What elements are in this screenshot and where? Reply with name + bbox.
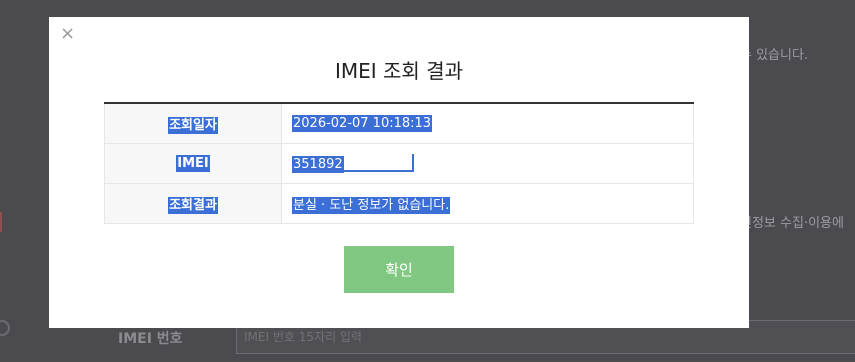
background-marker [0, 212, 6, 232]
table-row: IMEI 351892 [104, 143, 694, 184]
row-value-cell: 2026-02-07 10:18:13 [281, 103, 694, 144]
table-row: 조회일자 2026-02-07 10:18:13 [104, 103, 694, 144]
row-label-result: 조회결과 [168, 196, 218, 214]
background-notice-text: 수 있습니다. [740, 48, 809, 63]
search-icon [0, 320, 10, 336]
result-table: 조회일자 2026-02-07 10:18:13 IMEI 351892 조회결… [104, 102, 694, 224]
row-label-cell: IMEI [104, 143, 282, 184]
confirm-button[interactable]: 확인 [344, 246, 454, 293]
background-imei-label: IMEI 번호 [118, 331, 183, 347]
row-value-cell: 351892 [281, 143, 694, 184]
row-label-cell: 조회일자 [104, 103, 282, 144]
imei-result-modal: × IMEI 조회 결과 조회일자 2026-02-07 10:18:13 IM… [49, 17, 749, 328]
background-consent-text: 인정보 수집·이용에 [740, 216, 844, 231]
background-imei-placeholder: IMEI 번호 15자리 입력 [244, 330, 362, 344]
row-value-imei: 351892 [292, 156, 344, 173]
row-label-imei: IMEI [176, 154, 210, 172]
table-row: 조회결과 분실 · 도난 정보가 없습니다. [104, 183, 694, 224]
close-icon[interactable]: × [60, 24, 76, 44]
imei-selection-extent [343, 154, 414, 172]
row-label-cell: 조회결과 [104, 183, 282, 224]
row-value-date: 2026-02-07 10:18:13 [292, 114, 433, 132]
row-label-date: 조회일자 [168, 116, 218, 134]
row-value-result: 분실 · 도난 정보가 없습니다. [292, 196, 451, 214]
row-value-cell: 분실 · 도난 정보가 없습니다. [281, 183, 694, 224]
modal-title: IMEI 조회 결과 [334, 59, 463, 83]
